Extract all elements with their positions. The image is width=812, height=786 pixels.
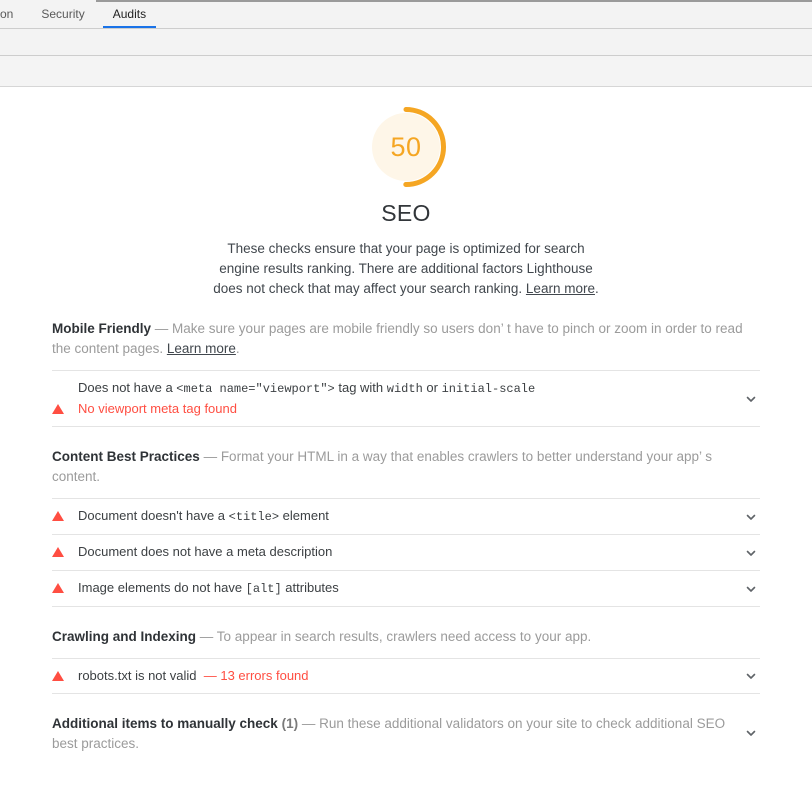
section-dash: — [302,716,316,731]
section-dash: — [155,321,169,336]
audit-title-text: Document doesn't have a [78,508,229,523]
audit-failure-text: No viewport meta tag found [78,399,237,418]
section-name: Additional items to manually check [52,716,278,731]
audit-title-text: or [423,380,442,395]
audit-row-image-alt[interactable]: Image elements do not have [alt] attribu… [52,570,760,607]
lighthouse-report: 50 SEO These checks ensure that your pag… [0,87,812,786]
warning-triangle-icon [52,578,78,598]
audit-title: Does not have a <meta name="viewport"> t… [78,378,535,399]
tab-label: Security [41,7,84,21]
audit-title-text: Document does not have a meta descriptio… [78,544,332,559]
audit-list-crawling-indexing: robots.txt is not valid — 13 errors foun… [52,658,760,694]
audit-row-line-2: No viewport meta tag found [52,399,726,419]
tab-label: Audits [113,7,146,21]
audit-title: Document doesn't have a <title> element [78,506,329,527]
audit-row-robots-txt[interactable]: robots.txt is not valid — 13 errors foun… [52,658,760,694]
section-dash: — [204,449,218,464]
section-count: (1) [282,716,299,731]
chevron-down-icon[interactable] [742,667,760,685]
audit-list-content-best-practices: Document doesn't have a <title> element … [52,498,760,607]
score-gauge: 50 [365,106,447,188]
tab-security[interactable]: Security [27,0,98,28]
period: . [595,281,599,296]
section-description: To appear in search results, crawlers ne… [213,629,591,644]
section-name: Mobile Friendly [52,321,151,336]
score-category-title: SEO [381,200,430,227]
section-header-content-best-practices: Content Best Practices — Format your HTM… [52,447,760,487]
warning-triangle-icon [52,506,78,526]
audit-title-text: Image elements do not have [78,580,246,595]
manual-items-section[interactable]: Additional items to manually check (1) —… [52,714,760,754]
chevron-down-icon[interactable] [742,508,760,526]
audit-title: robots.txt is not valid — 13 errors foun… [78,666,309,685]
chevron-down-icon[interactable] [742,724,760,742]
section-header-mobile-friendly: Mobile Friendly — Make sure your pages a… [52,319,760,359]
audit-title: Document does not have a meta descriptio… [78,542,332,563]
audit-code: <title> [229,510,279,524]
chevron-down-icon[interactable] [742,580,760,598]
category-description: These checks ensure that your page is op… [206,239,606,299]
tabbar-top-accent [96,0,812,2]
tab-audits[interactable]: Audits [99,0,160,28]
audit-row-line: Document does not have a meta descriptio… [52,542,726,563]
audit-title-text: element [279,508,329,523]
audit-row-line: robots.txt is not valid — 13 errors foun… [52,666,726,686]
audit-code: initial-scale [442,382,536,396]
learn-more-link[interactable]: Learn more [526,281,595,296]
audit-row-meta-description[interactable]: Document does not have a meta descriptio… [52,534,760,570]
warning-triangle-icon [52,666,78,686]
chevron-down-icon[interactable] [742,544,760,562]
audit-code: [alt] [246,582,282,596]
audit-row-line-1: Does not have a <meta name="viewport"> t… [52,378,726,399]
audit-row-viewport[interactable]: Does not have a <meta name="viewport"> t… [52,370,760,427]
section-description-end: . [236,341,240,356]
section-dash: — [200,629,214,644]
audit-title: Image elements do not have [alt] attribu… [78,578,339,599]
section-header-crawling-indexing: Crawling and Indexing — To appear in sea… [52,627,760,647]
score-value: 50 [365,106,447,188]
audit-list-mobile-friendly: Does not have a <meta name="viewport"> t… [52,370,760,427]
warning-triangle-icon [52,399,78,419]
audit-row-line: Image elements do not have [alt] attribu… [52,578,726,599]
chevron-down-icon[interactable] [742,390,760,408]
learn-more-link[interactable]: Learn more [167,341,236,356]
audit-code: <meta name="viewport"> [176,382,334,396]
audit-title-text: Does not have a [78,380,176,395]
audit-error-count: — 13 errors found [204,668,309,683]
score-gauge-block: 50 SEO These checks ensure that your pag… [0,87,812,299]
tab-label: tion [0,7,13,21]
tab-application[interactable]: tion [0,0,27,28]
audit-row-title-element[interactable]: Document doesn't have a <title> element [52,498,760,534]
warning-triangle-icon [52,542,78,562]
audits-toolbar-band [0,29,812,56]
audit-title-text: tag with [335,380,387,395]
audits-subtoolbar-band [0,56,812,87]
manual-items-header: Additional items to manually check (1) —… [52,714,726,754]
section-name: Crawling and Indexing [52,629,196,644]
audit-title-text: robots.txt is not valid [78,668,197,683]
section-name: Content Best Practices [52,449,200,464]
audit-code: width [387,382,423,396]
audit-title-text: attributes [282,580,339,595]
devtools-tab-bar: tion Security Audits [0,0,812,29]
audit-row-line: Document doesn't have a <title> element [52,506,726,527]
